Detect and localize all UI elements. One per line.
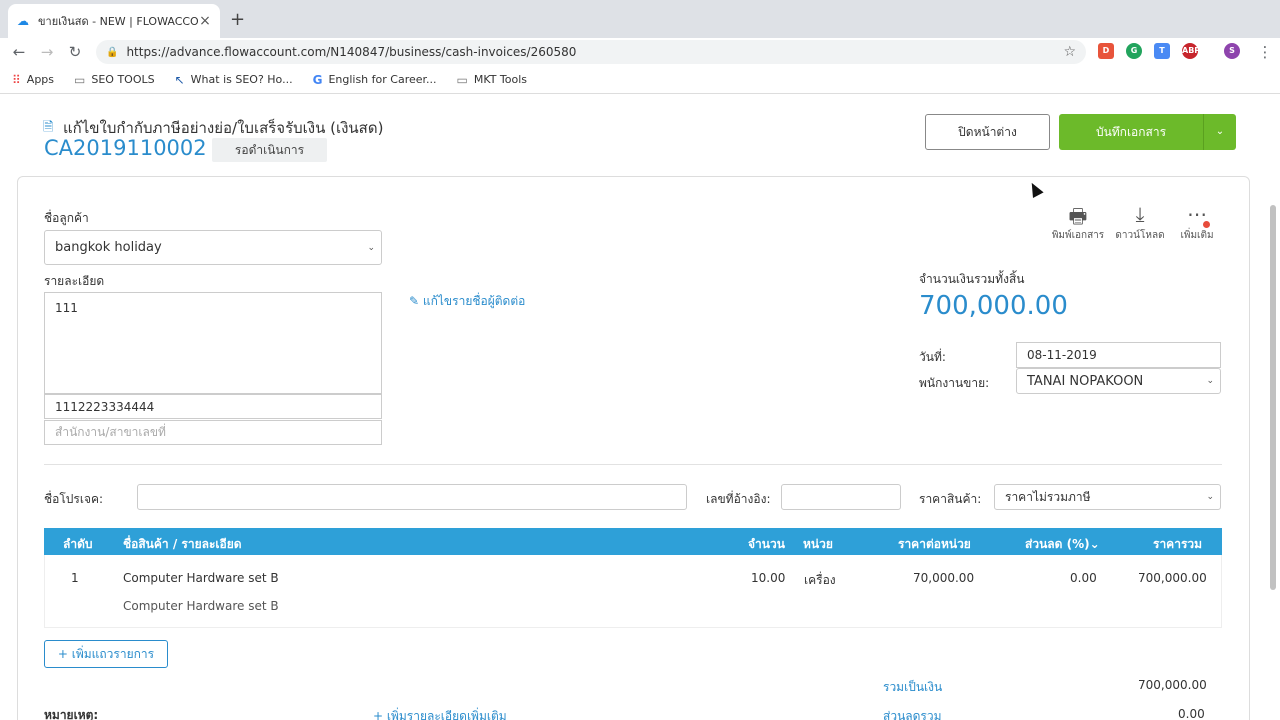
- row-qty[interactable]: 10.00: [751, 571, 785, 585]
- add-detail-link[interactable]: + เพิ่มรายละเอียดเพิ่มเติม: [373, 707, 507, 720]
- browser-tab[interactable]: ☁ ขายเงินสด - NEW | FLOWACCOU ×: [8, 4, 220, 38]
- project-label: ชื่อโปรเจค:: [44, 492, 104, 506]
- customer-select[interactable]: bangkok holiday ⌄: [44, 230, 382, 265]
- print-icon: 🖶: [1068, 204, 1088, 228]
- add-row-button[interactable]: + เพิ่มแถวรายการ: [44, 640, 168, 668]
- subtotal-label: รวมเป็นเงิน: [883, 680, 943, 694]
- close-window-button[interactable]: ปิดหน้าต่าง: [925, 114, 1050, 150]
- adblock-icon[interactable]: ABP: [1182, 43, 1200, 59]
- url-text: https://advance.flowaccount.com/N140847/…: [126, 45, 577, 59]
- row-total: 700,000.00: [1138, 571, 1207, 585]
- note-label: หมายเหตุ:: [44, 708, 99, 720]
- browser-menu-icon[interactable]: ⋮: [1254, 41, 1276, 63]
- address-textarea[interactable]: 111: [44, 292, 382, 394]
- reference-input[interactable]: [781, 484, 901, 510]
- back-button[interactable]: ←: [8, 41, 30, 63]
- folder-icon: ▭: [456, 72, 468, 87]
- bookmark-what-is-seo[interactable]: ↖ What is SEO? Ho...: [175, 73, 293, 87]
- cursor-favicon-icon: ↖: [174, 72, 185, 87]
- col-unit: หน่วย: [803, 537, 833, 551]
- tab-close-icon[interactable]: ×: [198, 13, 212, 29]
- address-bar: ← → ↻ 🔒 https://advance.flowaccount.com/…: [0, 38, 1280, 66]
- subtotal-value: 700,000.00: [1138, 678, 1207, 692]
- bookmarks-bar: ⠿ Apps ▭ SEO TOOLS ↖ What is SEO? Ho... G En…: [0, 66, 1280, 94]
- tax-id-field[interactable]: 1112223334444: [44, 394, 382, 419]
- page-scrollbar[interactable]: [1270, 205, 1276, 590]
- new-tab-button[interactable]: +: [230, 9, 245, 30]
- price-type-label: ราคาสินค้า:: [919, 492, 982, 506]
- browser-tab-bar: ☁ ขายเงินสด - NEW | FLOWACCOU × +: [0, 0, 1280, 38]
- download-icon: ⤓: [1135, 202, 1145, 226]
- bookmark-star-icon[interactable]: ☆: [1063, 44, 1076, 60]
- salesperson-label: พนักงานขาย:: [919, 376, 990, 390]
- date-label: วันที่:: [919, 350, 946, 364]
- reference-label: เลขที่อ้างอิง:: [706, 492, 771, 506]
- col-total: ราคารวม: [1153, 537, 1203, 551]
- print-button[interactable]: 🖶 พิมพ์เอกสาร: [1048, 202, 1108, 243]
- total-amount: 700,000.00: [919, 291, 1068, 321]
- status-badge: รอดำเนินการ: [212, 138, 327, 162]
- bookmark-mkt-tools[interactable]: ▭ MKT Tools: [457, 73, 528, 87]
- bookmark-apps[interactable]: ⠿ Apps: [12, 73, 54, 87]
- col-unit-price: ราคาต่อหน่วย: [898, 537, 971, 551]
- project-input[interactable]: [137, 484, 687, 510]
- folder-icon: ▭: [74, 72, 86, 87]
- row-description[interactable]: Computer Hardware set B: [123, 599, 279, 613]
- total-label: จำนวนเงินรวมทั้งสิ้น: [919, 272, 1025, 286]
- edit-contact-link[interactable]: ✎ แก้ไขรายชื่อผู้ติดต่อ: [409, 292, 525, 311]
- col-name: ชื่อสินค้า / รายละเอียด: [123, 537, 242, 551]
- row-unit[interactable]: เครื่อง: [804, 571, 836, 590]
- reload-button[interactable]: ↻: [64, 41, 86, 63]
- tab-title: ขายเงินสด - NEW | FLOWACCOU: [38, 15, 198, 28]
- flowaccount-favicon-icon: ☁: [17, 14, 29, 28]
- chevron-down-icon: ⌄: [367, 242, 375, 253]
- row-name[interactable]: Computer Hardware set B: [123, 571, 279, 585]
- forward-button[interactable]: →: [36, 41, 58, 63]
- url-field[interactable]: 🔒 https://advance.flowaccount.com/N14084…: [96, 40, 1086, 64]
- section-divider: [44, 464, 1222, 465]
- price-type-select[interactable]: ราคาไม่รวมภาษี ⌄: [994, 484, 1221, 510]
- edit-icon: ✎: [409, 294, 420, 308]
- col-discount[interactable]: ส่วนลด (%)⌄: [1025, 535, 1100, 554]
- document-number: CA2019110002: [44, 136, 207, 160]
- details-label: รายละเอียด: [44, 274, 105, 288]
- row-no: 1: [71, 571, 79, 585]
- more-button[interactable]: ⋯ เพิ่มเติม: [1167, 202, 1227, 243]
- bookmark-english[interactable]: G English for Career...: [313, 73, 437, 87]
- notification-dot: [1203, 221, 1210, 228]
- bookmark-seo-tools[interactable]: ▭ SEO TOOLS: [74, 73, 155, 87]
- pdf-extension-icon[interactable]: D: [1098, 43, 1114, 59]
- profile-avatar-icon[interactable]: S: [1224, 43, 1240, 59]
- more-icon: ⋯: [1187, 202, 1207, 226]
- download-button[interactable]: ⤓ ดาวน์โหลด: [1110, 202, 1170, 243]
- items-table-header: ลำดับ ชื่อสินค้า / รายละเอียด จำนวน หน่ว…: [44, 528, 1222, 555]
- chevron-down-icon: ⌄: [1206, 492, 1214, 502]
- grammarly-icon[interactable]: G: [1126, 43, 1142, 59]
- customer-value: bangkok holiday: [55, 240, 162, 255]
- row-discount[interactable]: 0.00: [1070, 571, 1097, 585]
- discount-total-label: ส่วนลดรวม: [883, 709, 942, 720]
- chevron-down-icon: ⌄: [1206, 376, 1214, 386]
- apps-grid-icon: ⠿: [12, 72, 21, 87]
- table-row[interactable]: 1 Computer Hardware set B Computer Hardw…: [44, 555, 1222, 628]
- branch-field[interactable]: สำนักงาน/สาขาเลขที่: [44, 420, 382, 445]
- row-unit-price[interactable]: 70,000.00: [913, 571, 974, 585]
- translate-icon[interactable]: T: [1154, 43, 1170, 59]
- col-no: ลำดับ: [63, 537, 93, 551]
- customer-label: ชื่อลูกค้า: [44, 211, 89, 225]
- salesperson-select[interactable]: TANAI NOPAKOON ⌄: [1016, 368, 1221, 394]
- chevron-down-icon: ⌄: [1089, 537, 1100, 551]
- save-document-button[interactable]: บันทึกเอกสาร: [1059, 114, 1203, 150]
- save-dropdown-chevron-icon[interactable]: ⌄: [1203, 114, 1236, 150]
- col-qty: จำนวน: [748, 537, 785, 551]
- google-icon: G: [312, 72, 323, 87]
- date-field[interactable]: 08-11-2019: [1016, 342, 1221, 368]
- discount-total-value: 0.00: [1178, 707, 1205, 720]
- lock-icon: 🔒: [106, 46, 119, 58]
